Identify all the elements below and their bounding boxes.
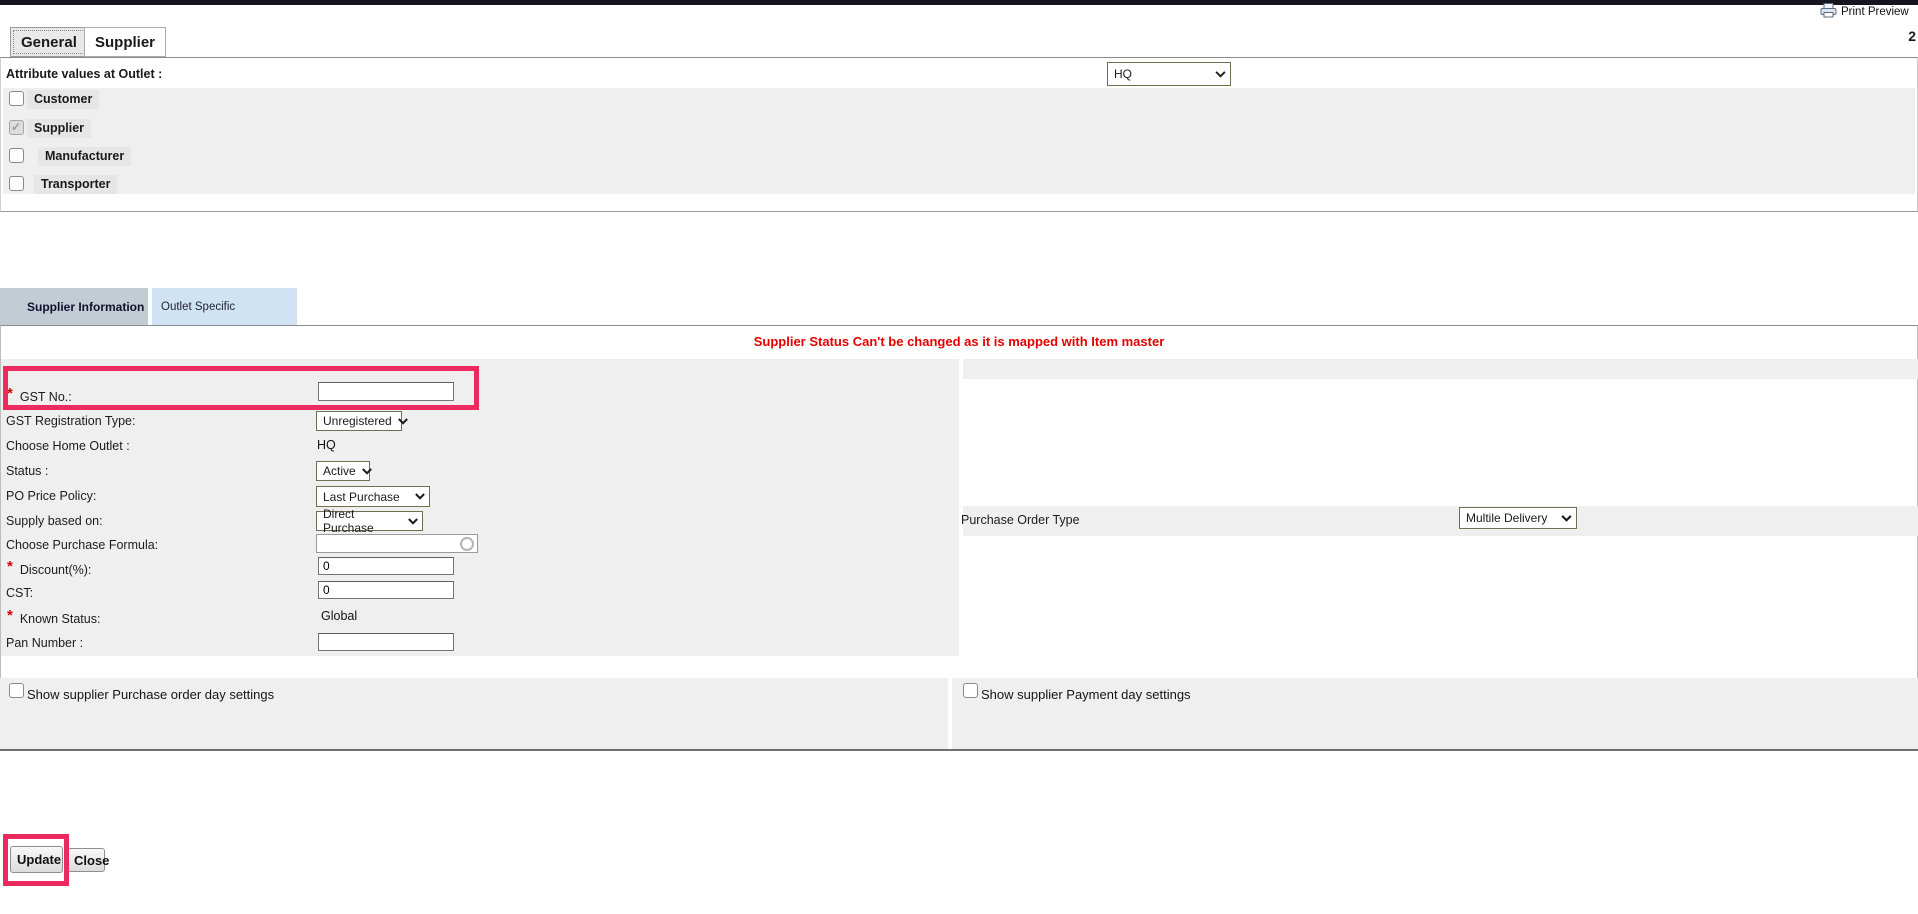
close-button[interactable]: Close <box>67 848 109 872</box>
attribute-values-panel: Attribute values at Outlet : HQ Customer… <box>0 57 1918 212</box>
known-status-label: Known Status: <box>7 610 101 627</box>
form-right-top-strip <box>963 359 1918 379</box>
status-select[interactable]: Active <box>316 461 372 481</box>
choose-purchase-formula-label: Choose Purchase Formula: <box>6 538 159 552</box>
chevron-down-icon <box>1561 514 1572 522</box>
po-price-policy-label: PO Price Policy: <box>6 489 97 503</box>
transporter-checkbox-label: Transporter <box>34 175 118 194</box>
chevron-down-icon <box>408 517 418 525</box>
outlet-select-value: HQ <box>1114 67 1132 81</box>
top-navigation-bar <box>0 0 1918 5</box>
update-button[interactable]: Update <box>10 846 63 873</box>
chevron-down-icon <box>1215 70 1226 78</box>
show-po-day-settings-label: Show supplier Purchase order day setting… <box>27 687 275 702</box>
tab-general[interactable]: General <box>10 27 88 57</box>
show-payment-day-settings-checkbox[interactable] <box>963 683 978 698</box>
supplier-edit-page: Print Preview 2 General Supplier Attribu… <box>0 0 1918 914</box>
manufacturer-checkbox[interactable] <box>9 148 24 163</box>
purchase-order-type-value: Multile Delivery <box>1466 511 1548 525</box>
choose-home-outlet-label: Choose Home Outlet : <box>6 439 130 453</box>
supply-based-on-select[interactable]: Direct Purchase <box>316 507 423 535</box>
customer-checkbox-label: Customer <box>27 90 100 109</box>
tab-supplier-information[interactable]: Supplier Information <box>0 288 148 325</box>
customer-checkbox[interactable] <box>9 91 24 106</box>
attribute-values-title: Attribute values at Outlet : <box>6 67 163 81</box>
discount-label: Discount(%): <box>7 561 92 578</box>
pan-number-input[interactable] <box>318 633 454 651</box>
gst-registration-type-label: GST Registration Type: <box>6 414 136 428</box>
printer-icon <box>1820 3 1837 18</box>
supplier-checkbox <box>9 120 24 135</box>
tab-supplier[interactable]: Supplier <box>84 27 167 57</box>
chevron-down-icon <box>415 493 425 500</box>
gst-registration-type-select[interactable]: Unregistered <box>316 411 408 431</box>
show-payment-day-settings-label: Show supplier Payment day settings <box>981 687 1191 702</box>
supplier-checkbox-label: Supplier <box>27 119 92 138</box>
purchase-order-type-row <box>963 506 1918 536</box>
manufacturer-checkbox-label: Manufacturer <box>38 147 132 166</box>
purchase-order-type-label: Purchase Order Type <box>961 513 1080 527</box>
purchase-formula-input[interactable] <box>316 534 478 553</box>
gst-no-input[interactable] <box>318 382 454 401</box>
supply-based-on-value: Direct Purchase <box>323 507 374 535</box>
show-po-day-settings-checkbox[interactable] <box>9 683 24 698</box>
transporter-checkbox[interactable] <box>9 176 24 191</box>
home-outlet-value: HQ <box>317 438 336 452</box>
attribute-checkbox-strip: Customer Supplier Manufacturer Transport… <box>3 88 1915 194</box>
known-status-value: Global <box>321 609 358 623</box>
lookup-circle-icon <box>460 536 474 551</box>
pan-number-label: Pan Number : <box>6 636 84 650</box>
gst-no-label: GST No.: <box>7 388 72 405</box>
print-preview-link[interactable]: Print Preview <box>1820 3 1909 18</box>
print-preview-label: Print Preview <box>1841 6 1909 18</box>
purchase-order-type-select[interactable]: Multile Delivery <box>1459 507 1577 529</box>
status-label: Status : <box>6 464 49 478</box>
cst-input[interactable] <box>318 581 454 599</box>
gst-registration-type-value: Unregistered <box>323 414 392 428</box>
cst-label: CST: <box>6 586 34 600</box>
status-error-message: Supplier Status Can't be changed as it i… <box>753 334 1165 349</box>
form-left-column <box>1 359 959 656</box>
supply-based-on-label: Supply based on: <box>6 514 103 528</box>
status-value: Active <box>323 464 356 478</box>
record-count: 2 <box>1908 28 1916 44</box>
tab-outlet-specific[interactable]: Outlet Specific <box>152 288 297 325</box>
outlet-select[interactable]: HQ <box>1107 62 1231 86</box>
po-price-policy-select[interactable]: Last Purchase <box>316 486 430 507</box>
panel-bottom-border <box>0 749 1918 751</box>
discount-input[interactable] <box>318 557 454 575</box>
chevron-down-icon <box>397 417 408 425</box>
po-price-policy-value: Last Purchase <box>323 489 400 504</box>
payment-day-settings-strip: Show supplier Payment day settings <box>952 678 1918 751</box>
chevron-down-icon <box>361 467 372 475</box>
po-day-settings-strip: Show supplier Purchase order day setting… <box>0 678 948 751</box>
